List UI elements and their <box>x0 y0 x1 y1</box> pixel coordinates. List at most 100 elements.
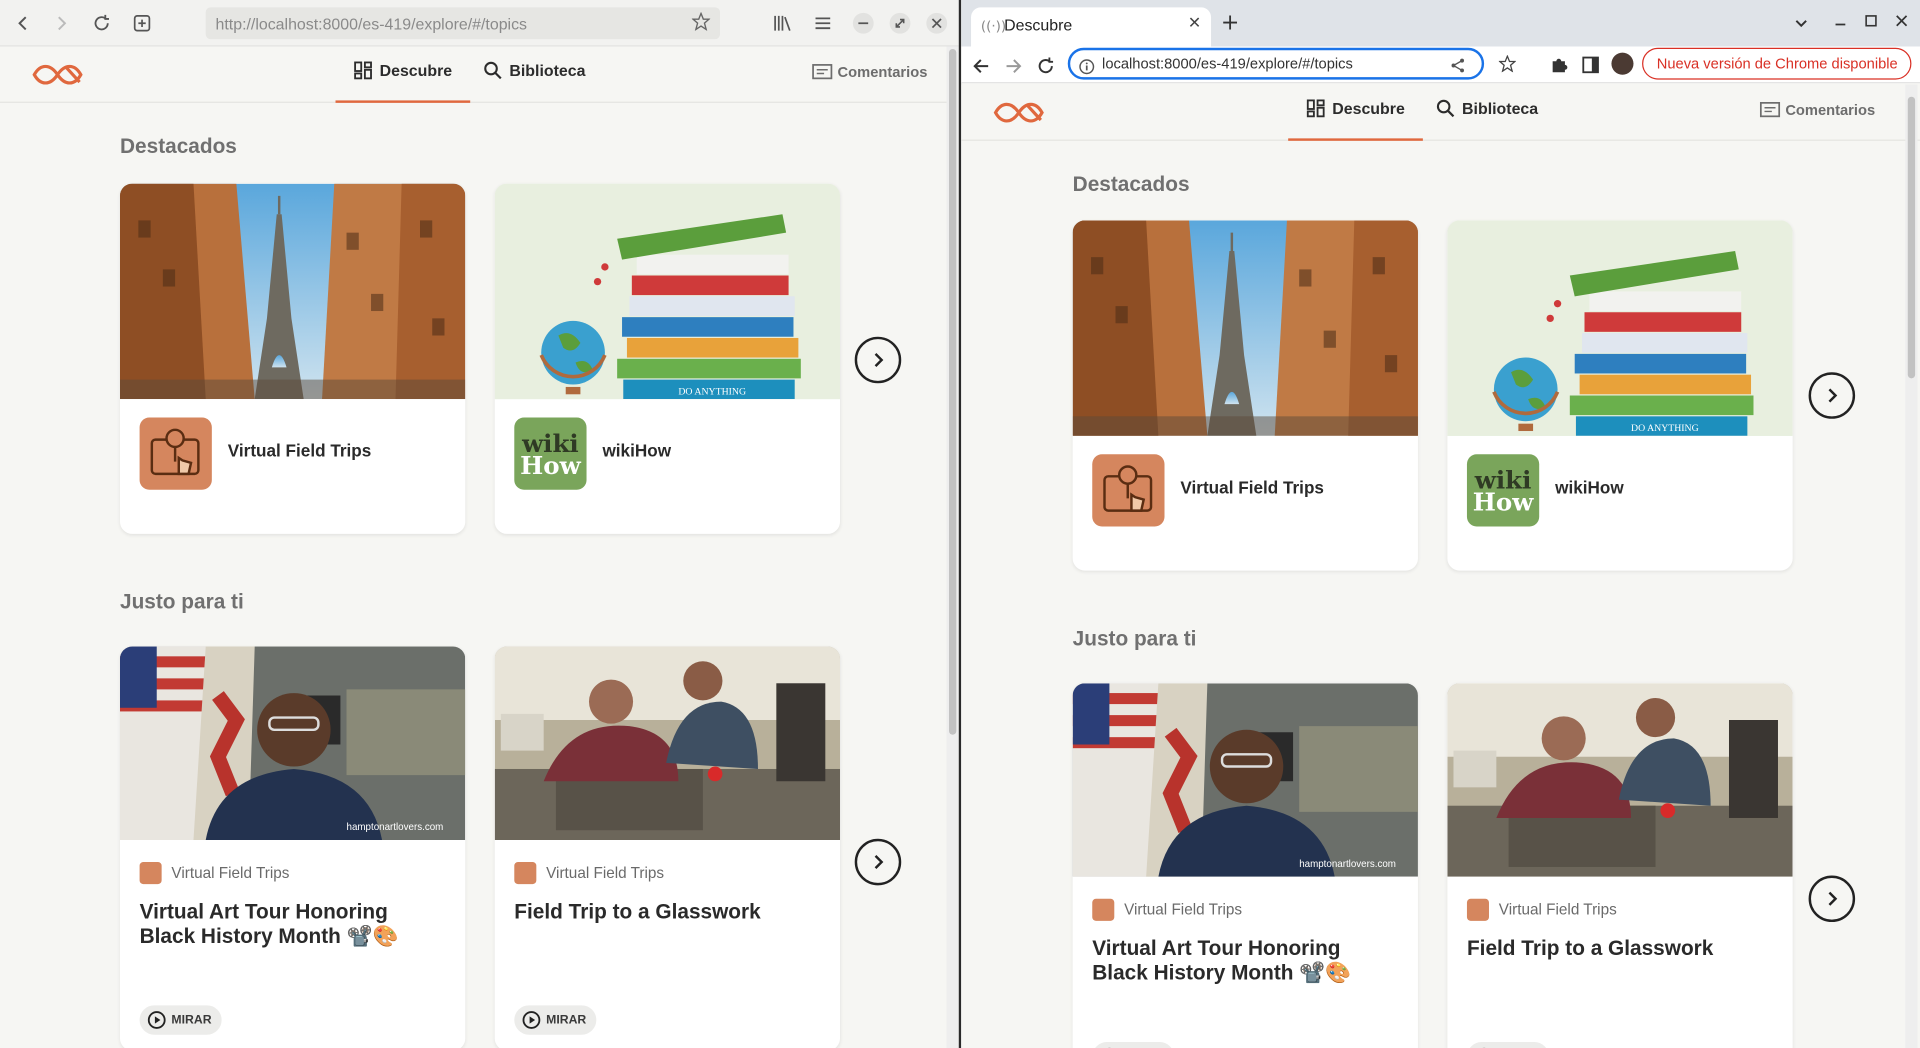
tab-library[interactable]: Biblioteca <box>484 61 586 103</box>
info-icon[interactable] <box>1079 56 1095 79</box>
card-source-label: Virtual Field Trips <box>1124 901 1243 919</box>
featured-heading: Destacados <box>1072 172 1190 196</box>
library-icon[interactable] <box>770 11 794 35</box>
featured-heading: Destacados <box>120 134 237 158</box>
side-panel-icon[interactable] <box>1582 55 1599 78</box>
card-source-label: Virtual Field Trips <box>546 864 665 882</box>
card-source: Virtual Field Trips <box>1466 898 1617 921</box>
tab-library[interactable]: Biblioteca <box>1436 99 1538 141</box>
books-globe-image: DO ANYTHING <box>1447 220 1793 436</box>
tab-discover-label: Descubre <box>379 61 453 80</box>
firefox-app-page: Descubre Biblioteca Comentarios Destacad… <box>0 46 959 1048</box>
profile-avatar[interactable] <box>1611 52 1634 75</box>
tab-title: Descubre <box>1004 15 1073 35</box>
featured-next-button[interactable] <box>1808 372 1856 419</box>
chrome-toolbar: localhost:8000/es-419/explore/#/topics N… <box>961 46 1920 84</box>
chrome-tab[interactable]: ((·)) Descubre ✕ <box>971 7 1212 47</box>
map-pin-touch-icon <box>1092 898 1115 921</box>
comments-button[interactable]: Comentarios <box>812 64 927 82</box>
bookmark-star-icon[interactable] <box>691 11 711 35</box>
svg-text:DO ANYTHING: DO ANYTHING <box>678 386 746 397</box>
minimize-icon[interactable] <box>1833 10 1848 33</box>
chrome-update-button[interactable]: Nueva versión de Chrome disponible <box>1642 47 1912 80</box>
chevron-right-icon <box>1828 388 1838 403</box>
close-window-icon[interactable] <box>1894 10 1909 33</box>
card-title: Field Trip to a Glasswork <box>1466 936 1714 961</box>
new-tab-icon[interactable] <box>130 11 154 35</box>
maximize-icon[interactable] <box>888 11 912 35</box>
grid-icon <box>1306 99 1325 118</box>
chrome-tab-strip: ((·)) Descubre ✕ + <box>961 0 1920 47</box>
chrome-url-text: localhost:8000/es-419/explore/#/topics <box>1102 55 1353 73</box>
card-title: Virtual Art Tour Honoring Black History … <box>139 900 399 948</box>
kolibri-logo[interactable] <box>992 99 1046 126</box>
svg-text:DO ANYTHING: DO ANYTHING <box>1631 423 1699 434</box>
art-tour-video-thumbnail: hamptonartlovers.com <box>120 646 466 841</box>
tab-discover[interactable]: Descubre <box>335 61 471 103</box>
chrome-scrollbar[interactable] <box>1905 84 1918 1048</box>
featured-card-title: wikiHow <box>602 440 672 461</box>
back-icon[interactable] <box>11 11 35 35</box>
forward-icon[interactable] <box>1005 56 1022 79</box>
for-you-card-art-tour[interactable]: hamptonartlovers.com Virtual Field Trips… <box>1072 683 1418 1048</box>
for-you-next-button[interactable] <box>854 838 902 886</box>
tab-close-icon[interactable]: ✕ <box>1188 15 1201 33</box>
bookmark-star-icon[interactable] <box>1498 54 1517 77</box>
for-you-heading: Justo para ti <box>120 590 244 614</box>
scrollbar-thumb[interactable] <box>1907 96 1916 379</box>
tab-favicon: ((·)) <box>980 18 1007 35</box>
chevron-right-icon <box>874 855 884 870</box>
tab-discover[interactable]: Descubre <box>1288 99 1424 141</box>
chevron-right-icon <box>874 353 884 367</box>
chrome-update-label: Nueva versión de Chrome disponible <box>1656 55 1898 73</box>
wikihow-logo: wiki How <box>1466 454 1540 527</box>
reload-icon[interactable] <box>1037 56 1054 79</box>
for-you-card-art-tour[interactable]: hamptonartlovers.com Virtual Field Trips… <box>120 646 466 1048</box>
back-icon[interactable] <box>972 56 989 79</box>
share-icon[interactable] <box>1450 55 1466 78</box>
close-window-icon[interactable] <box>924 11 948 35</box>
minimize-icon[interactable] <box>851 11 875 35</box>
new-tab-icon[interactable]: + <box>1221 10 1239 36</box>
map-pin-touch-icon <box>1092 454 1165 527</box>
maximize-icon[interactable] <box>1864 10 1879 33</box>
chrome-address-bar[interactable]: localhost:8000/es-419/explore/#/topics <box>1067 47 1517 80</box>
card-title: Virtual Art Tour Honoring Black History … <box>1092 936 1352 985</box>
watch-button[interactable]: MIRAR <box>514 1005 597 1035</box>
comment-icon <box>1759 102 1781 118</box>
featured-card-vft[interactable]: Virtual Field Trips <box>1072 220 1418 571</box>
firefox-window: http://localhost:8000/es-419/explore/#/t… <box>0 0 959 1048</box>
eiffel-tower-image <box>120 183 466 400</box>
for-you-next-button[interactable] <box>1808 875 1856 923</box>
tab-search-icon[interactable] <box>1794 12 1809 35</box>
watch-button[interactable]: MIRAR <box>1092 1042 1175 1048</box>
firefox-address-bar[interactable]: http://localhost:8000/es-419/explore/#/t… <box>205 7 721 40</box>
reload-icon[interactable] <box>89 11 113 35</box>
forward-icon[interactable] <box>49 11 73 35</box>
card-source-label: Virtual Field Trips <box>171 864 290 882</box>
scrollbar-thumb[interactable] <box>948 48 957 735</box>
featured-next-button[interactable] <box>854 336 902 384</box>
comments-label: Comentarios <box>1785 101 1876 119</box>
tab-discover-label: Descubre <box>1332 99 1405 118</box>
featured-card-wikihow[interactable]: DO ANYTHING wiki How wikiHow <box>1447 220 1793 571</box>
map-pin-touch-icon <box>514 862 537 885</box>
comments-button[interactable]: Comentarios <box>1759 101 1876 120</box>
kolibri-logo[interactable] <box>31 61 85 88</box>
menu-icon[interactable] <box>811 11 835 35</box>
tab-library-label: Biblioteca <box>509 61 586 80</box>
featured-card-vft[interactable]: Virtual Field Trips <box>120 183 466 534</box>
watch-button[interactable]: MIRAR <box>1466 1042 1549 1048</box>
featured-card-wikihow[interactable]: DO ANYTHING wiki How wikiHow <box>494 183 841 534</box>
grid-icon <box>354 61 372 80</box>
featured-card-title: Virtual Field Trips <box>1180 477 1324 498</box>
firefox-scrollbar[interactable] <box>946 46 959 1048</box>
featured-card-title: wikiHow <box>1555 477 1624 498</box>
for-you-card-glasswork[interactable]: Virtual Field Trips Field Trip to a Glas… <box>1447 683 1793 1048</box>
extensions-icon[interactable] <box>1550 55 1568 78</box>
card-source: Virtual Field Trips <box>1092 898 1243 921</box>
watch-button[interactable]: MIRAR <box>139 1005 222 1035</box>
watch-label: MIRAR <box>546 1013 587 1027</box>
for-you-card-glasswork[interactable]: Virtual Field Trips Field Trip to a Glas… <box>494 646 841 1048</box>
card-source-label: Virtual Field Trips <box>1498 901 1617 919</box>
